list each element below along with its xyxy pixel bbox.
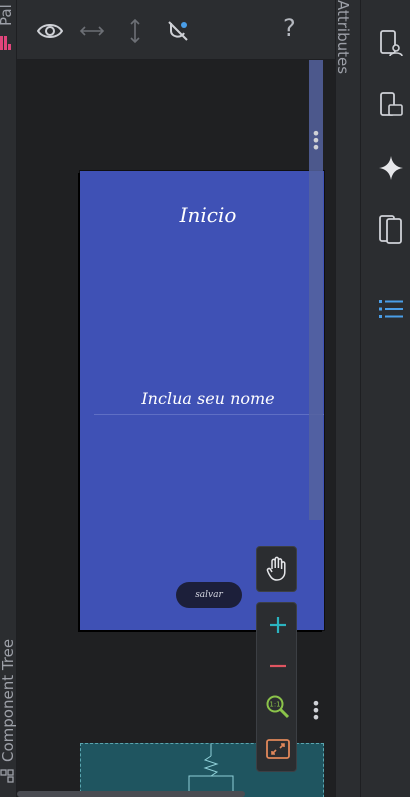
more-options-icon[interactable]: • • • (309, 126, 323, 156)
resize-vertical-icon[interactable] (120, 16, 150, 46)
pan-hand-icon (266, 556, 286, 581)
component-tree-icon[interactable] (0, 769, 14, 783)
svg-text:1:1: 1:1 (269, 701, 280, 709)
device-manager-icon[interactable] (376, 28, 406, 58)
component-tree-tab-label[interactable]: Component Tree (0, 639, 17, 762)
eye-icon[interactable] (35, 16, 65, 46)
name-input-underline (94, 414, 324, 415)
fit-screen-button[interactable] (257, 731, 298, 767)
zoom-in-icon (269, 617, 286, 633)
attributes-tab-label[interactable]: Attributes (334, 0, 352, 74)
zoom-in-button[interactable] (257, 607, 298, 643)
fit-screen-icon (265, 739, 290, 759)
design-canvas[interactable]: Inicio Inclua seu nome salvar • • • • • • (17, 60, 335, 797)
palette-tab-label[interactable]: Pal (0, 4, 15, 26)
zoom-controls: 1:1 (256, 602, 297, 772)
layout-editor-window: Pal Component Tree ? Inicio Inclua seu n… (0, 0, 410, 797)
name-input-hint[interactable]: Inclua seu nome (80, 389, 335, 408)
save-button[interactable]: salvar (176, 582, 242, 608)
screen-title-text[interactable]: Inicio (80, 203, 335, 227)
zoom-out-button[interactable] (257, 648, 298, 684)
structure-icon[interactable] (376, 294, 406, 324)
horizontal-scrollbar[interactable] (17, 791, 245, 797)
zoom-to-actual-icon: 1:1 (266, 695, 289, 719)
left-tool-strip: Pal Component Tree (0, 0, 17, 797)
zoom-out-icon (269, 664, 286, 668)
device-mirroring-icon[interactable] (376, 214, 406, 244)
running-devices-icon[interactable] (376, 90, 406, 120)
right-tool-window-bar (360, 0, 410, 797)
help-button[interactable]: ? (283, 14, 296, 42)
design-toolbar: ? (17, 0, 335, 60)
attributes-strip (335, 0, 360, 797)
palette-icon[interactable] (0, 36, 11, 50)
zoom-to-actual-button[interactable]: 1:1 (257, 689, 298, 725)
gemini-icon[interactable] (376, 153, 406, 183)
constraints-off-icon[interactable] (163, 16, 193, 46)
resize-horizontal-icon[interactable] (77, 16, 107, 46)
pan-button[interactable] (256, 546, 297, 592)
blueprint-more-options-icon[interactable]: • • • (309, 696, 323, 726)
